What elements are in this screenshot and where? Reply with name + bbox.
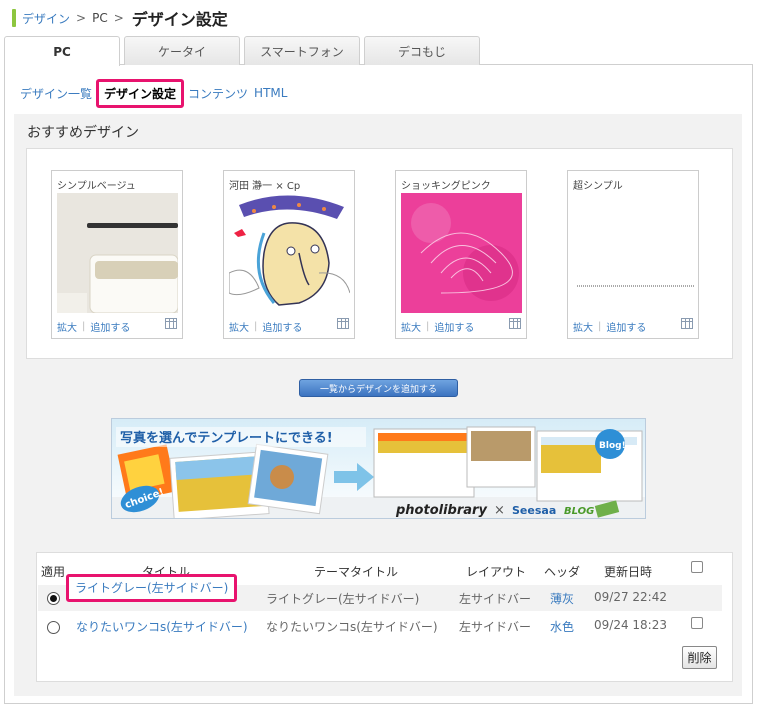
theme-title: なりたいワンコs(左サイドバー) [266, 620, 438, 634]
banner-blog-text: Blog! [599, 441, 626, 451]
zoom-link[interactable]: 拡大 [57, 319, 77, 334]
design-card: 超シンプル 拡大 | 追加する [567, 170, 699, 339]
breadcrumb-separator: > [76, 11, 87, 25]
col-layout: レイアウト [466, 565, 527, 579]
layout-icon [165, 318, 177, 329]
add-design-link[interactable]: 追加する [90, 319, 130, 334]
banner-headline: 写真を選んでテンプレートにできる! [120, 430, 333, 446]
banner-photolibrary-logo: photolibrary [395, 503, 487, 518]
table-row: なりたいワンコs(左サイドバー) なりたいワンコs(左サイドバー) 左サイドバー… [38, 613, 722, 639]
subnav-html[interactable]: HTML [254, 86, 287, 100]
zoom-link[interactable]: 拡大 [573, 319, 593, 334]
design-thumbnail[interactable] [229, 193, 350, 313]
delete-button[interactable]: 削除 [682, 646, 717, 669]
design-card: シンプルベージュ 拡大 | 追加する [51, 170, 183, 339]
subnav-design-list[interactable]: デザイン一覧 [20, 85, 92, 102]
subnav-contents[interactable]: コンテンツ [188, 85, 248, 102]
col-header: ヘッダ [544, 565, 581, 579]
add-design-link[interactable]: 追加する [434, 319, 474, 334]
layout-value: 左サイドバー [459, 620, 532, 634]
add-from-list-button[interactable]: 一覧からデザインを追加する [299, 379, 458, 397]
col-apply: 適用 [41, 565, 66, 579]
banner-seesaa-logo: Seesaa [512, 504, 556, 517]
tab-decomoji[interactable]: デコもじ [364, 36, 480, 65]
apply-radio[interactable] [47, 621, 60, 634]
breadcrumb-separator: > [113, 11, 124, 25]
design-title-link[interactable]: ライトグレー(左サイドバー) [66, 574, 238, 602]
banner-times-sign: × [494, 503, 505, 518]
updated-time: 09/27 22:42 [594, 590, 667, 604]
design-card-title: 河田 瀞一 × Cp [229, 181, 301, 192]
apply-radio[interactable] [47, 592, 60, 605]
design-card-title: シンプルベージュ [57, 181, 136, 192]
select-all-checkbox[interactable] [691, 561, 703, 573]
page-title: デザイン設定 [131, 10, 228, 29]
recommended-heading: おすすめデザイン [27, 125, 139, 141]
table-row: ライトグレー(左サイドバー) ライトグレー(左サイドバー) 左サイドバー 薄灰 … [38, 574, 722, 611]
add-design-link[interactable]: 追加する [262, 319, 302, 334]
add-design-link[interactable]: 追加する [606, 319, 646, 334]
theme-title: ライトグレー(左サイドバー) [266, 592, 420, 606]
design-card: ショッキングピンク 拡大 | 追加する [395, 170, 527, 339]
breadcrumb: デザイン > PC > デザイン設定 [12, 7, 228, 29]
zoom-link[interactable]: 拡大 [229, 319, 249, 334]
breadcrumb-marker [12, 9, 16, 27]
zoom-link[interactable]: 拡大 [401, 319, 421, 334]
subnav-design-settings[interactable]: デザイン設定 [96, 78, 185, 108]
layout-icon [337, 318, 349, 329]
tab-mobile[interactable]: ケータイ [124, 36, 240, 65]
layout-value: 左サイドバー [459, 592, 532, 606]
design-thumbnail[interactable] [57, 193, 178, 313]
layout-icon [509, 318, 521, 329]
tab-pc[interactable]: PC [4, 36, 120, 66]
layout-icon [681, 318, 693, 329]
breadcrumb-pc: PC [92, 11, 108, 25]
banner-blog-logo: BLOG [564, 506, 594, 517]
header-link[interactable]: 薄灰 [550, 590, 574, 607]
design-thumbnail[interactable] [573, 193, 694, 313]
design-card: 河田 瀞一 × Cp 拡大 | 追加する [223, 170, 355, 339]
breadcrumb-design-link[interactable]: デザイン [22, 10, 70, 27]
col-updated: 更新日時 [604, 565, 653, 579]
updated-time: 09/24 18:23 [594, 618, 667, 632]
device-tabs: PC ケータイ スマートフォン デコもじ [4, 36, 484, 66]
header-link[interactable]: 水色 [550, 618, 574, 635]
col-theme-title: テーマタイトル [314, 565, 399, 579]
design-thumbnail[interactable] [401, 193, 522, 313]
design-title-link[interactable]: なりたいワンコs(左サイドバー) [76, 618, 248, 635]
row-checkbox[interactable] [691, 617, 703, 629]
design-card-title: 超シンプル [573, 181, 623, 192]
photolibrary-banner[interactable]: choice! Blog! 写真を選んでテンプレートにできる! photolib… [111, 418, 646, 519]
tab-smartphone[interactable]: スマートフォン [244, 36, 360, 65]
design-card-title: ショッキングピンク [401, 181, 491, 192]
sub-navigation: デザイン一覧 デザイン設定 コンテンツ HTML [20, 78, 293, 108]
